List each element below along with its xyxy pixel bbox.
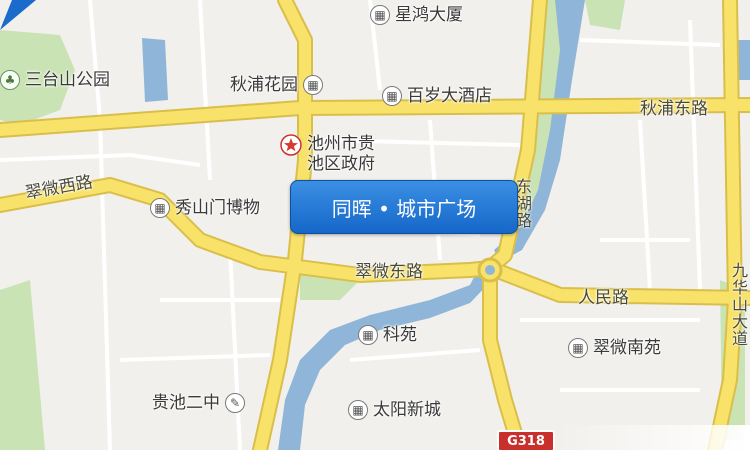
poi-cuiwei-nanyuan[interactable]: ▦ 翠微南苑 bbox=[568, 338, 661, 358]
government-star-icon bbox=[280, 134, 302, 156]
poi-label: 秋浦花园 bbox=[230, 75, 298, 95]
building-icon: ▦ bbox=[358, 325, 378, 345]
poi-baisui-hotel[interactable]: ▦ 百岁大酒店 bbox=[382, 86, 492, 106]
poi-xiushanmen-museum[interactable]: ▦ 秀山门博物 bbox=[150, 198, 260, 218]
green-strip-top-right bbox=[585, 0, 625, 30]
park-icon: ♣ bbox=[0, 70, 20, 90]
map-view[interactable]: 秋浦东路 翠微西路 翠微东路 人民路 九华山大道 东湖路 ▦ 星鸿大厦 ♣ 三台… bbox=[0, 0, 750, 450]
callout-pointer bbox=[0, 0, 36, 30]
building-icon: ▦ bbox=[348, 400, 368, 420]
building-icon: ▦ bbox=[303, 75, 323, 95]
building-icon: ▦ bbox=[370, 5, 390, 25]
poi-label: 三台山公园 bbox=[25, 70, 110, 90]
green-area-left bbox=[0, 280, 45, 450]
building-icon: ▦ bbox=[568, 338, 588, 358]
poi-government[interactable]: 池州市贵 池区政府 bbox=[280, 134, 375, 174]
bottom-fade bbox=[555, 425, 750, 450]
pond bbox=[142, 38, 168, 102]
highway-shield: G318 bbox=[497, 430, 555, 450]
poi-label: 太阳新城 bbox=[373, 400, 441, 420]
poi-label-line1: 池州市贵 bbox=[307, 134, 375, 154]
road-label-qiupu-east: 秋浦东路 bbox=[640, 99, 708, 119]
poi-qiupu-garden[interactable]: 秋浦花园 ▦ bbox=[230, 75, 323, 95]
poi-keyuan[interactable]: ▦ 科苑 bbox=[358, 325, 417, 345]
poi-xinghong[interactable]: ▦ 星鸿大厦 bbox=[370, 5, 463, 25]
road-label-cuiwei-east: 翠微东路 bbox=[355, 262, 423, 282]
building-icon: ▦ bbox=[150, 198, 170, 218]
poi-taiyang-xincheng[interactable]: ▦ 太阳新城 bbox=[348, 400, 441, 420]
poi-label: 星鸿大厦 bbox=[395, 5, 463, 25]
road-label-renmin: 人民路 bbox=[578, 288, 629, 308]
location-callout[interactable]: 同晖 • 城市广场 bbox=[290, 180, 518, 234]
poi-label: 百岁大酒店 bbox=[407, 86, 492, 106]
poi-guichi-no2[interactable]: 贵池二中 ✎ bbox=[152, 393, 245, 413]
school-icon: ✎ bbox=[225, 393, 245, 413]
callout-label: 同晖 • 城市广场 bbox=[331, 196, 477, 221]
highway-shield-label: G318 bbox=[507, 433, 545, 449]
poi-label-line2: 池区政府 bbox=[307, 154, 375, 174]
poi-label: 翠微南苑 bbox=[593, 338, 661, 358]
building-icon: ▦ bbox=[382, 86, 402, 106]
poi-label: 贵池二中 bbox=[152, 393, 220, 413]
poi-label: 科苑 bbox=[383, 325, 417, 345]
poi-label: 秀山门博物 bbox=[175, 198, 260, 218]
poi-santaishan-park[interactable]: ♣ 三台山公园 bbox=[0, 70, 110, 90]
road-label-jiuhuashan: 九华山大道 bbox=[729, 262, 748, 347]
